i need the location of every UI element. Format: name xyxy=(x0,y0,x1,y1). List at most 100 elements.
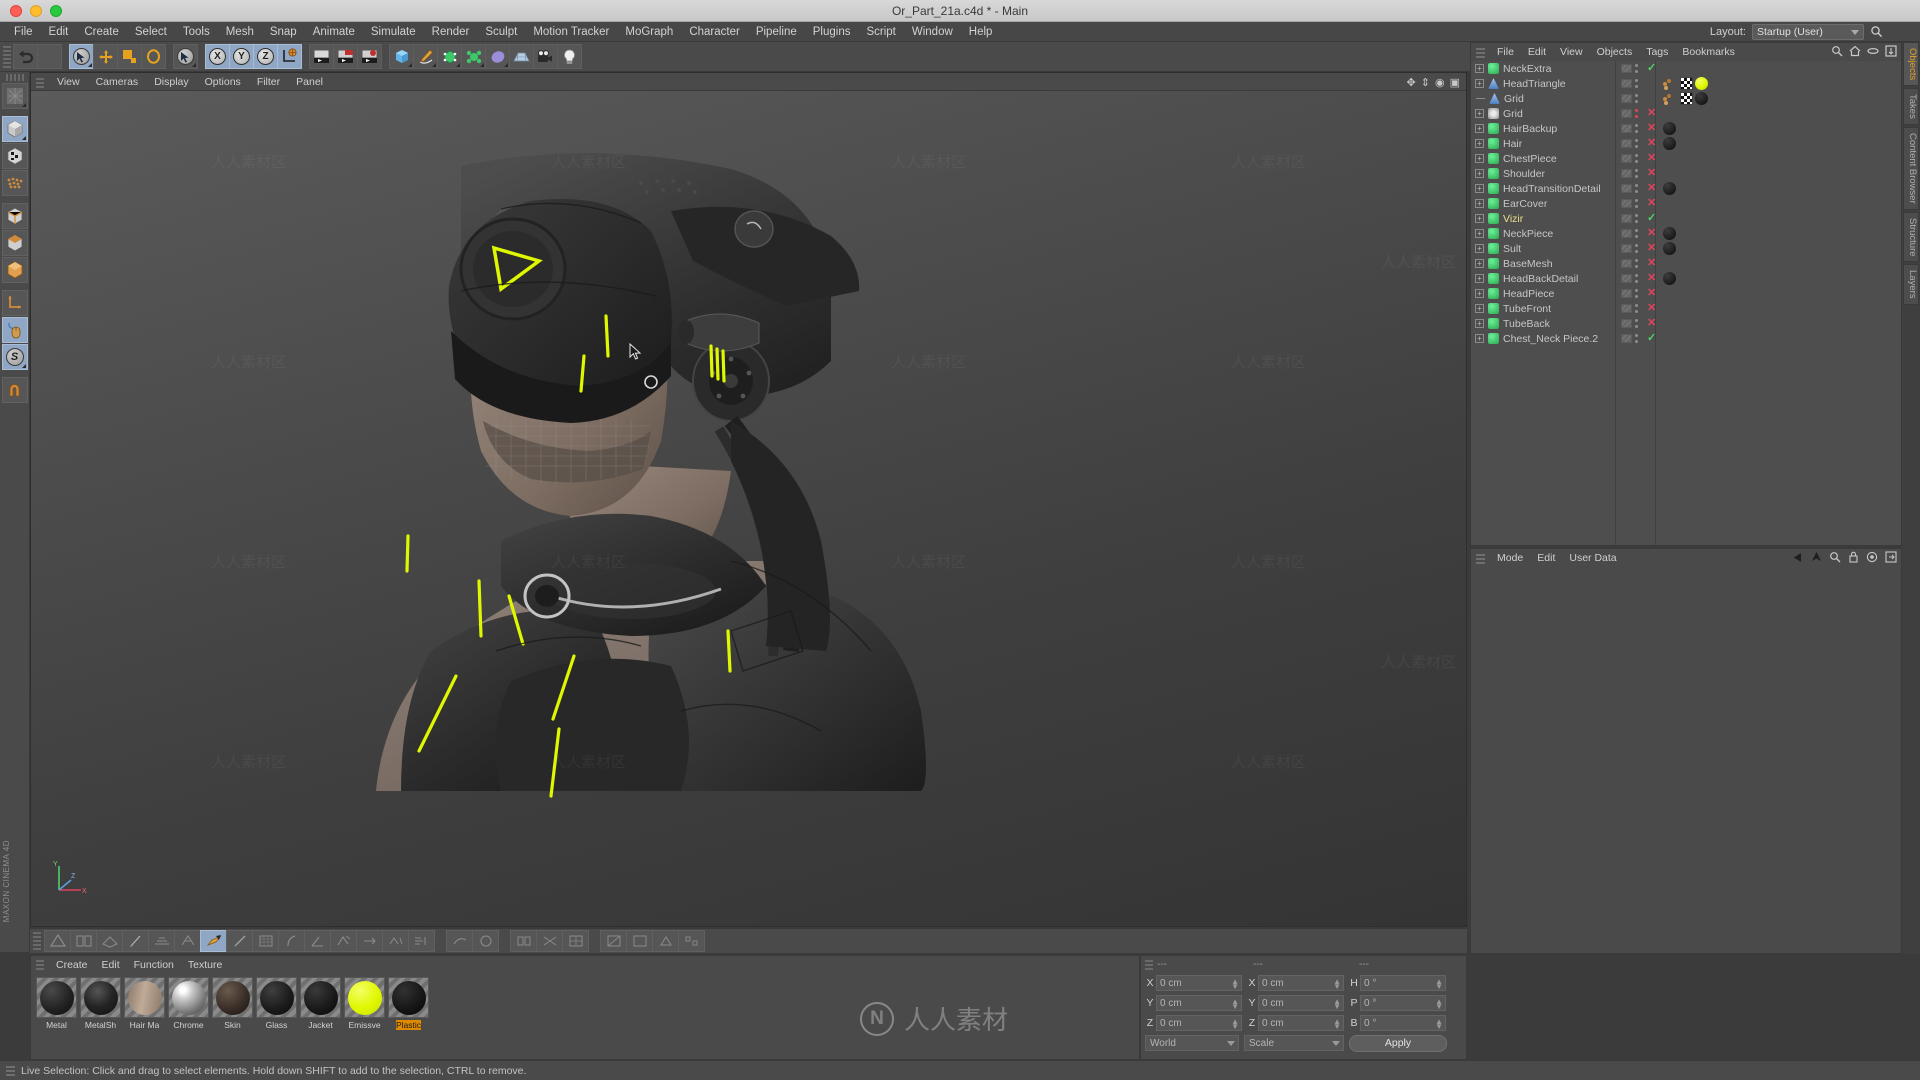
disabled-cross-icon[interactable]: ✕ xyxy=(1647,273,1656,284)
material-swatch[interactable] xyxy=(300,977,341,1018)
floor-environment-icon[interactable] xyxy=(509,44,534,69)
menu-render[interactable]: Render xyxy=(424,22,478,42)
rotation-h-input[interactable]: 0 ° ▲ ▼ xyxy=(1360,975,1446,991)
untriangulate-icon[interactable] xyxy=(626,930,653,952)
search-icon[interactable] xyxy=(1829,551,1841,563)
camera-icon[interactable] xyxy=(533,44,558,69)
object-row[interactable]: + Chest_Neck Piece.2 ✓ xyxy=(1471,331,1901,346)
expand-icon[interactable]: + xyxy=(1475,334,1484,343)
pan-icon[interactable]: ✥ xyxy=(1407,76,1416,89)
mirror-icon[interactable] xyxy=(278,930,305,952)
tab-objects[interactable]: Objects xyxy=(1903,42,1919,87)
stepper-icon[interactable]: ▲ ▼ xyxy=(1435,978,1443,991)
expand-icon[interactable]: + xyxy=(1475,289,1484,298)
disabled-cross-icon[interactable]: ✕ xyxy=(1647,243,1656,254)
toolbar-grip[interactable] xyxy=(3,45,11,68)
selection-tag-icon[interactable] xyxy=(1663,92,1678,105)
object-menu-edit[interactable]: Edit xyxy=(1521,46,1553,58)
stepper-icon[interactable]: ▲ ▼ xyxy=(1435,1018,1443,1031)
disabled-cross-icon[interactable]: ✕ xyxy=(1647,108,1656,119)
spin-edge-icon[interactable] xyxy=(472,930,499,952)
expand-icon[interactable]: + xyxy=(1475,169,1484,178)
visibility-dots[interactable] xyxy=(1621,289,1639,298)
object-tags[interactable] xyxy=(1663,242,1676,255)
create-polygon-icon[interactable] xyxy=(148,930,175,952)
stepper-icon[interactable]: ▲ ▼ xyxy=(1231,1018,1239,1031)
menu-simulate[interactable]: Simulate xyxy=(363,22,424,42)
visibility-dots[interactable] xyxy=(1621,214,1639,223)
expand-icon[interactable]: + xyxy=(1475,154,1484,163)
position-y-input[interactable]: 0 cm ▲ ▼ xyxy=(1156,995,1242,1011)
normal-scale-icon[interactable] xyxy=(356,930,383,952)
zoom-icon[interactable]: ⇕ xyxy=(1421,76,1430,89)
material-tag-icon[interactable] xyxy=(1663,137,1676,150)
menu-pipeline[interactable]: Pipeline xyxy=(748,22,805,42)
world-coordinate-icon[interactable] xyxy=(277,44,302,69)
disabled-cross-icon[interactable]: ✕ xyxy=(1647,123,1656,134)
material-item[interactable]: MetalSh xyxy=(80,977,121,1030)
object-row[interactable]: + HeadTransitionDetail ✕ xyxy=(1471,181,1901,196)
object-menu-objects[interactable]: Objects xyxy=(1590,46,1640,58)
material-swatch[interactable] xyxy=(256,977,297,1018)
visibility-dots[interactable] xyxy=(1621,199,1639,208)
subdivide-icon[interactable] xyxy=(562,930,589,952)
visibility-dots[interactable] xyxy=(1621,124,1639,133)
object-tags[interactable] xyxy=(1663,272,1676,285)
size-y-input[interactable]: 0 cm ▲ ▼ xyxy=(1258,995,1344,1011)
visibility-dots[interactable] xyxy=(1621,259,1639,268)
menu-script[interactable]: Script xyxy=(858,22,903,42)
object-tags[interactable] xyxy=(1663,182,1676,195)
expand-icon[interactable]: + xyxy=(1475,274,1484,283)
object-row[interactable]: + NeckExtra ✓ xyxy=(1471,61,1901,76)
visibility-dots[interactable] xyxy=(1621,334,1639,343)
menu-motion-tracker[interactable]: Motion Tracker xyxy=(525,22,617,42)
object-row[interactable]: + ChestPiece ✕ xyxy=(1471,151,1901,166)
viewport-menu-grip[interactable] xyxy=(36,75,44,88)
layout-dropdown[interactable]: Startup (User) xyxy=(1752,24,1864,40)
magnet-icon[interactable] xyxy=(1,377,28,403)
move-icon[interactable] xyxy=(93,44,118,69)
material-menu-grip[interactable] xyxy=(36,959,44,970)
normal-rotate-icon[interactable] xyxy=(330,930,357,952)
expand-icon[interactable]: + xyxy=(1475,319,1484,328)
iron-icon[interactable] xyxy=(226,930,253,952)
apply-button[interactable]: Apply xyxy=(1349,1034,1447,1052)
deformer-icon[interactable] xyxy=(485,44,510,69)
expand-icon[interactable]: + xyxy=(1475,214,1484,223)
material-item[interactable]: Skin xyxy=(212,977,253,1030)
expand-icon[interactable]: + xyxy=(1475,139,1484,148)
extrude-icon[interactable] xyxy=(200,930,227,952)
edges-mode-icon[interactable] xyxy=(1,203,28,229)
material-swatch[interactable] xyxy=(80,977,121,1018)
disabled-cross-icon[interactable]: ✕ xyxy=(1647,183,1656,194)
disabled-cross-icon[interactable]: ✕ xyxy=(1647,168,1656,179)
viewport-solo-icon[interactable] xyxy=(1,317,28,343)
scale-icon[interactable] xyxy=(117,44,142,69)
maximize-view-icon[interactable]: ▣ xyxy=(1450,76,1460,89)
back-arrow-icon[interactable] xyxy=(1792,552,1804,563)
material-item-selected[interactable]: Plastic xyxy=(388,977,429,1030)
object-tags[interactable] xyxy=(1663,122,1676,135)
tab-takes[interactable]: Takes xyxy=(1903,88,1919,126)
slide-icon[interactable] xyxy=(408,930,435,952)
object-row[interactable]: + HeadPiece ✕ xyxy=(1471,286,1901,301)
undo-icon[interactable] xyxy=(13,44,38,69)
minus-icon[interactable] xyxy=(1867,45,1879,57)
edge-cut-icon[interactable] xyxy=(174,930,201,952)
object-row[interactable]: + Hair ✕ xyxy=(1471,136,1901,151)
selection-tag-icon[interactable] xyxy=(1663,77,1678,90)
object-row[interactable]: + Shoulder ✕ xyxy=(1471,166,1901,181)
rotation-b-input[interactable]: 0 ° ▲ ▼ xyxy=(1360,1015,1446,1031)
object-tree[interactable]: + NeckExtra ✓ + HeadTriangle Grid + Grid… xyxy=(1471,61,1901,545)
expand-icon[interactable]: + xyxy=(1475,184,1484,193)
object-tags[interactable] xyxy=(1663,92,1708,105)
material-item[interactable]: Emissve xyxy=(344,977,385,1030)
material-swatch[interactable] xyxy=(124,977,165,1018)
menu-tools[interactable]: Tools xyxy=(175,22,218,42)
rotation-p-input[interactable]: 0 ° ▲ ▼ xyxy=(1360,995,1446,1011)
menu-snap[interactable]: Snap xyxy=(262,22,305,42)
attributes-menu-mode[interactable]: Mode xyxy=(1490,552,1530,564)
expand-icon[interactable]: + xyxy=(1475,64,1484,73)
tab-layers[interactable]: Layers xyxy=(1903,264,1919,305)
magnet-tool-icon[interactable] xyxy=(252,930,279,952)
